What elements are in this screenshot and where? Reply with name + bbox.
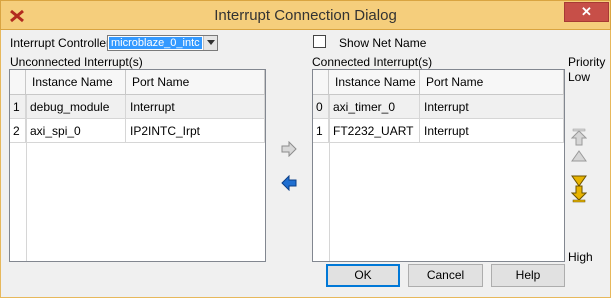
title-bar: Interrupt Connection Dialog ✕	[0, 0, 611, 30]
table-row[interactable]: 1 FT2232_UART Interrupt	[313, 119, 564, 143]
move-up-icon[interactable]	[571, 147, 587, 165]
help-button[interactable]: Help	[491, 264, 565, 287]
instance-name-cell: FT2232_UART	[329, 119, 420, 143]
column-divider	[329, 95, 330, 261]
window-title: Interrupt Connection Dialog	[214, 7, 397, 24]
move-left-arrow-icon[interactable]	[281, 175, 297, 191]
instance-name-cell: axi_spi_0	[26, 119, 126, 143]
row-index: 0	[313, 95, 329, 119]
column-divider	[26, 95, 27, 261]
priority-label: Priority	[568, 55, 606, 69]
column-header-instance[interactable]: Instance Name	[26, 70, 126, 95]
instance-name-cell: axi_timer_0	[329, 95, 420, 119]
priority-high-label: High	[568, 250, 593, 264]
index-column-header	[10, 70, 26, 95]
ok-button[interactable]: OK	[326, 264, 400, 287]
row-index: 1	[313, 119, 329, 143]
priority-low-label: Low	[568, 70, 591, 84]
interrupt-controller-select[interactable]: microblaze_0_intc	[107, 35, 218, 51]
cancel-button[interactable]: Cancel	[408, 264, 483, 287]
instance-name-cell: debug_module	[26, 95, 126, 119]
row-index: 2	[10, 119, 26, 143]
column-header-port[interactable]: Port Name	[126, 70, 265, 95]
close-button[interactable]: ✕	[564, 2, 609, 22]
port-name-cell: Interrupt	[420, 95, 564, 119]
column-header-port[interactable]: Port Name	[420, 70, 564, 95]
connected-interrupts-label: Connected Interrupt(s)	[312, 55, 433, 69]
port-name-cell: IP2INTC_Irpt	[126, 119, 265, 143]
move-right-arrow-icon[interactable]	[281, 141, 297, 157]
unconnected-interrupts-label: Unconnected Interrupt(s)	[10, 55, 143, 69]
interrupt-controller-value: microblaze_0_intc	[108, 36, 203, 50]
move-to-top-icon[interactable]	[571, 128, 587, 146]
column-header-instance[interactable]: Instance Name	[329, 70, 420, 95]
table-row[interactable]: 1 debug_module Interrupt	[10, 95, 265, 119]
chevron-down-icon[interactable]	[203, 36, 217, 50]
show-net-name-label: Show Net Name	[339, 36, 427, 50]
table-row[interactable]: 0 axi_timer_0 Interrupt	[313, 95, 564, 119]
index-column-header	[313, 70, 329, 95]
table-row[interactable]: 2 axi_spi_0 IP2INTC_Irpt	[10, 119, 265, 143]
port-name-cell: Interrupt	[126, 95, 265, 119]
port-name-cell: Interrupt	[420, 119, 564, 143]
unconnected-interrupts-table[interactable]: Instance Name Port Name 1 debug_module I…	[9, 69, 266, 262]
move-to-bottom-icon[interactable]	[571, 185, 587, 203]
row-index: 1	[10, 95, 26, 119]
connected-interrupts-table[interactable]: Instance Name Port Name 0 axi_timer_0 In…	[312, 69, 565, 262]
interrupt-controller-label: Interrupt Controller	[10, 36, 111, 50]
show-net-name-checkbox[interactable]	[313, 35, 326, 48]
